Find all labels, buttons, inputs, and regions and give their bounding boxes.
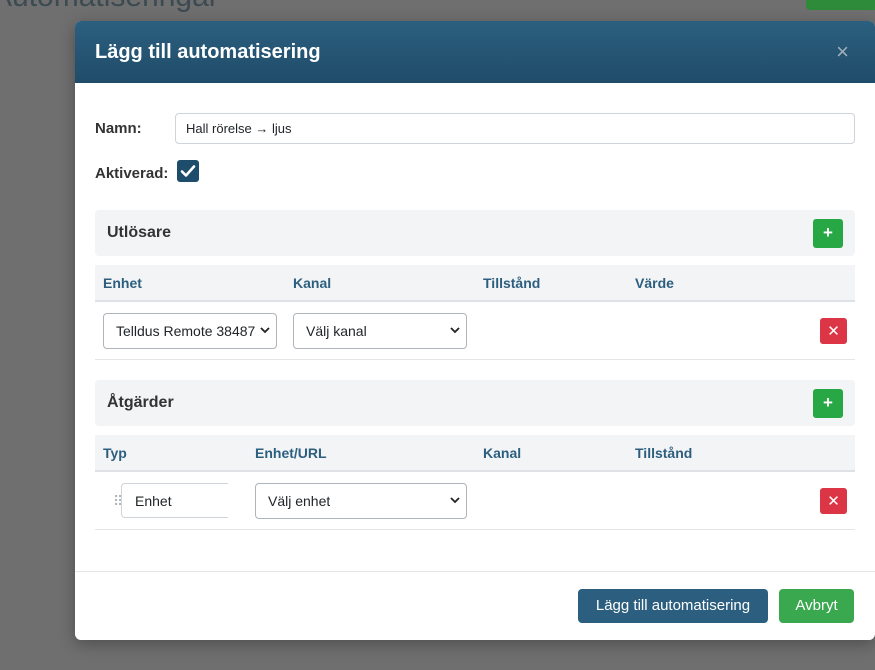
checkmark-icon (181, 165, 196, 177)
trigger-device-select[interactable]: Telldus Remote 384878 (103, 312, 277, 349)
cancel-button[interactable]: Avbryt (779, 588, 854, 623)
column-header: Typ (103, 444, 127, 461)
action-device-select[interactable]: Välj enhet (255, 482, 467, 519)
delete-action-button[interactable]: ✕ (820, 487, 847, 514)
column-header: Värde (635, 274, 674, 291)
plus-icon: + (823, 223, 833, 242)
actions-title: Åtgärder (107, 394, 174, 411)
triggers-table: Enhet Kanal Tillstånd Värde Telldus Remo… (95, 265, 855, 360)
action-type-input[interactable]: Enhet (121, 483, 228, 518)
chevron-down-icon (450, 497, 460, 504)
table-row: Telldus Remote 384878 Välj kanal ✕ (95, 302, 855, 360)
plus-icon: + (823, 393, 833, 412)
column-header: Tillstånd (635, 444, 693, 461)
background-page-title: Automatiseringar (0, 0, 219, 14)
actions-table: Typ Enhet/URL Kanal Tillstånd ⠿ Enhet Vä… (95, 435, 855, 530)
chevron-down-icon (450, 327, 460, 334)
table-row: ⠿ Enhet Välj enhet ✕ (95, 472, 855, 530)
add-automation-button[interactable]: Lägg till automatisering (578, 588, 768, 623)
active-checkbox[interactable] (177, 160, 200, 182)
action-device-value: Välj enhet (268, 492, 331, 509)
action-type-value: Enhet (135, 492, 172, 509)
name-input[interactable] (175, 112, 855, 144)
triggers-title: Utlösare (107, 224, 172, 241)
add-trigger-button[interactable]: + (813, 218, 843, 248)
modal-header: Lägg till automatisering × (75, 21, 875, 83)
name-label: Namn: (95, 119, 142, 137)
trigger-channel-value: Välj kanal (306, 322, 367, 339)
active-label: Aktiverad: (95, 164, 169, 182)
column-header: Kanal (293, 274, 332, 291)
column-header: Tillstånd (483, 274, 541, 291)
close-icon: ✕ (827, 322, 840, 340)
add-automation-modal: Lägg till automatisering × Namn: Aktiver… (75, 21, 875, 640)
close-icon: ✕ (827, 492, 840, 510)
trigger-device-value: Telldus Remote 384878 (116, 322, 256, 339)
trigger-channel-select[interactable]: Välj kanal (293, 312, 467, 349)
add-action-button[interactable]: + (813, 388, 843, 418)
modal-footer: Lägg till automatisering Avbryt (75, 572, 875, 639)
modal-body: Namn: Aktiverad: Utlösare + Enhet Kanal … (75, 83, 875, 572)
triggers-table-header: Enhet Kanal Tillstånd Värde (95, 265, 855, 302)
modal-title: Lägg till automatisering (95, 40, 321, 63)
delete-trigger-button[interactable]: ✕ (820, 317, 847, 344)
column-header: Enhet (103, 274, 142, 291)
background-add-button (806, 0, 875, 10)
triggers-section-header: Utlösare + (95, 210, 855, 256)
close-icon[interactable]: × (836, 41, 849, 63)
column-header: Enhet/URL (255, 444, 327, 461)
column-header: Kanal (483, 444, 522, 461)
chevron-down-icon (260, 327, 270, 334)
actions-section-header: Åtgärder + (95, 380, 855, 426)
active-row: Aktiverad: (95, 160, 855, 186)
name-row: Namn: (95, 112, 855, 144)
actions-table-header: Typ Enhet/URL Kanal Tillstånd (95, 435, 855, 472)
